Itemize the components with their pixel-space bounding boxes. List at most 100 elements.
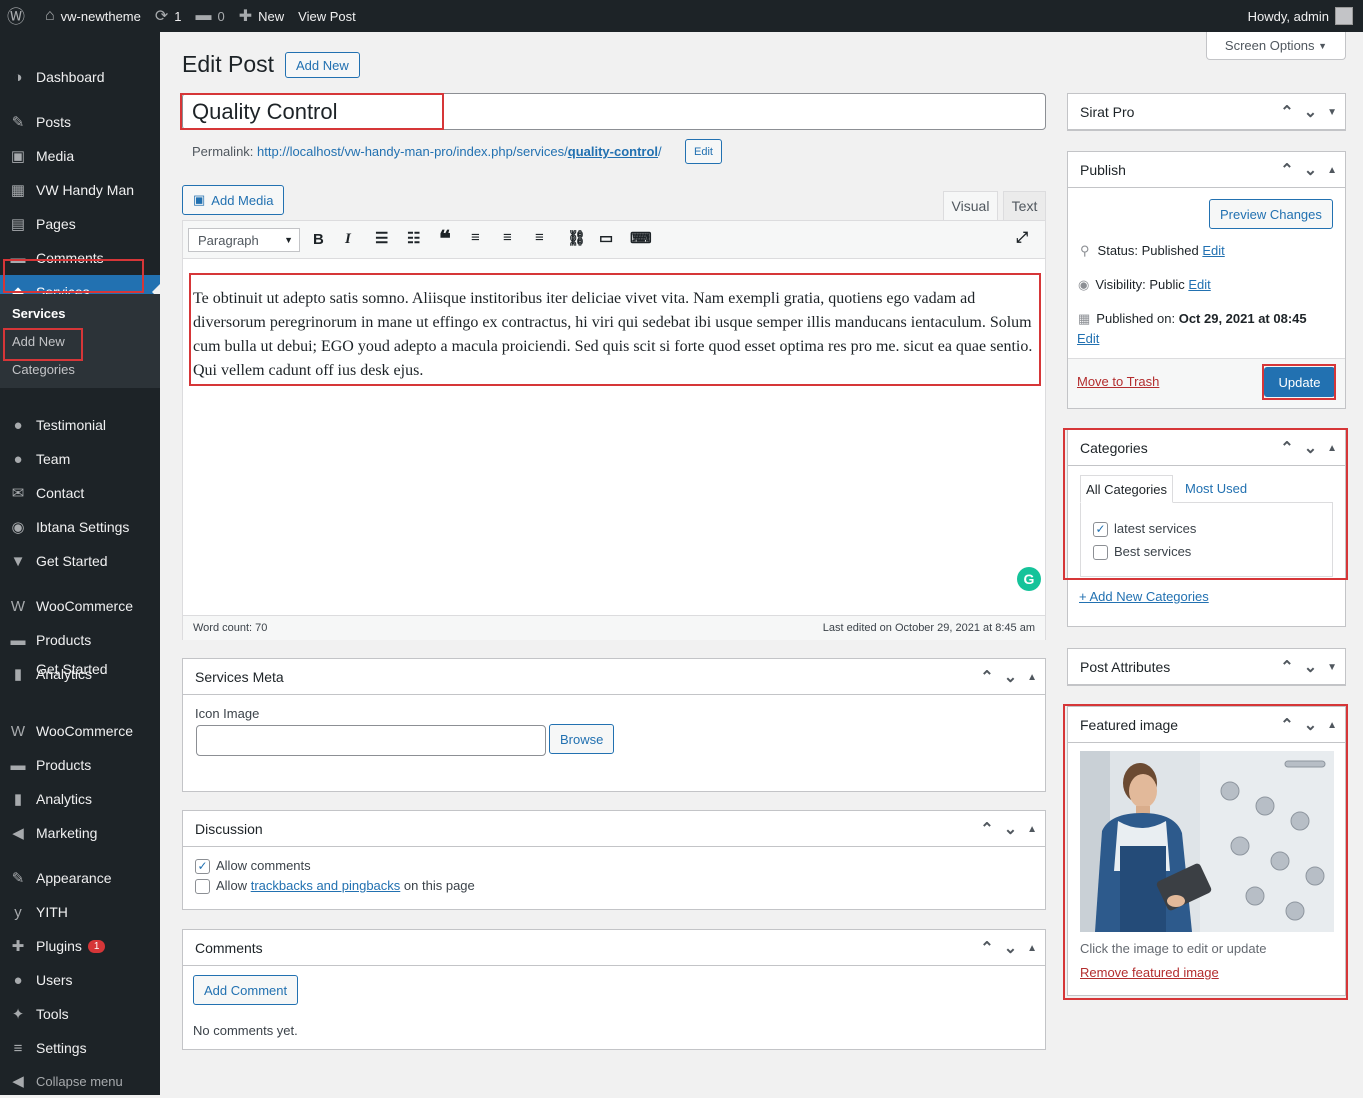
allow-trackbacks-checkbox[interactable] [195,879,210,895]
move-up-icon[interactable]: ⌃ [1280,160,1293,180]
services-submenu-item[interactable]: Services [12,306,66,321]
category-checkbox[interactable] [1093,545,1108,561]
screen-options-button[interactable]: Screen Options ▼ [1206,32,1346,60]
add-new-button[interactable]: Add New [285,52,360,78]
bullet-list-icon[interactable]: ☰ [375,229,388,247]
post-attributes-header[interactable]: Post Attributes ⌃ ⌄ ▼ [1068,649,1345,685]
menu-item-tools[interactable]: ✦ Tools [0,997,160,1031]
move-up-icon[interactable]: ⌃ [980,667,993,687]
numbered-list-icon[interactable]: ☷ [407,229,420,247]
visibility-edit-link[interactable]: Edit [1188,277,1210,292]
menu-item-pages[interactable]: ▤ Pages [0,207,160,241]
menu-item-products[interactable]: ▬ Products [0,748,160,782]
update-button[interactable]: Update [1264,367,1335,397]
featured-image-header[interactable]: Featured image ⌃ ⌄ ▲ [1068,707,1345,743]
browse-button[interactable]: Browse [549,724,615,754]
post-title-input[interactable]: Quality Control [182,93,1046,130]
read-more-icon[interactable]: ▭ [599,229,613,247]
publish-header[interactable]: Publish ⌃ ⌄ ▲ [1068,152,1345,188]
menu-item-comments[interactable]: ▬ Comments [0,241,160,275]
move-down-icon[interactable]: ⌄ [1004,667,1017,687]
remove-featured-image-link[interactable]: Remove featured image [1080,965,1219,980]
toggle-panel-icon[interactable]: ▲ [1327,165,1337,176]
featured-image[interactable] [1080,751,1334,932]
add-new-category-link[interactable]: + Add New Categories [1079,589,1209,604]
status-edit-link[interactable]: Edit [1202,243,1224,258]
menu-item-users[interactable]: ● Users [0,963,160,997]
toggle-panel-icon[interactable]: ▲ [1327,443,1337,454]
icon-image-input[interactable] [196,725,546,756]
permalink-link[interactable]: http://localhost/vw-handy-man-pro/index.… [257,144,662,159]
menu-item-testimonial[interactable]: ● Testimonial [0,408,160,442]
toggle-panel-icon[interactable]: ▲ [1027,824,1037,835]
align-left-icon[interactable]: ≡ [471,229,480,246]
toggle-panel-icon[interactable]: ▲ [1027,672,1037,683]
services-submenu-item[interactable]: Add New [12,334,65,349]
tab-most-used[interactable]: Most Used [1185,481,1247,496]
tab-text[interactable]: Text [1003,191,1046,220]
categories-header[interactable]: Categories ⌃ ⌄ ▲ [1068,430,1345,466]
move-down-icon[interactable]: ⌄ [1304,438,1317,458]
move-up-icon[interactable]: ⌃ [1280,715,1293,735]
editor-content[interactable]: Te obtinuit ut adepto satis somno. Aliis… [193,287,1035,383]
menu-item-ibtana-settings[interactable]: ◉ Ibtana Settings [0,510,160,544]
move-up-icon[interactable]: ⌃ [1280,657,1293,677]
comments-link[interactable]: ▬ 0 [189,0,232,32]
toggle-panel-icon[interactable]: ▲ [1027,943,1037,954]
new-content-link[interactable]: ✚ New [232,0,291,32]
allow-comments-checkbox[interactable]: ✓ [195,859,210,875]
menu-item-products[interactable]: ▬ Products [0,623,160,657]
view-post-link[interactable]: View Post [291,0,363,32]
updates-link[interactable]: ⟳ 1 [148,0,189,32]
menu-item-marketing[interactable]: ◀ Marketing [0,816,160,850]
menu-item-yith[interactable]: y YITH [0,895,160,929]
add-comment-button[interactable]: Add Comment [193,975,299,1005]
blockquote-icon[interactable]: ❝ [439,226,451,252]
services-meta-header[interactable]: Services Meta ⌃ ⌄ ▲ [183,659,1045,695]
move-down-icon[interactable]: ⌄ [1004,938,1017,958]
toolbar-toggle-icon[interactable]: ⌨ [630,229,652,247]
menu-item-posts[interactable]: ✎ Posts [0,105,160,139]
move-up-icon[interactable]: ⌃ [980,938,993,958]
move-up-icon[interactable]: ⌃ [1280,102,1293,122]
menu-item-dashboard[interactable]: ◑ Dashboard [0,60,160,94]
move-up-icon[interactable]: ⌃ [1280,438,1293,458]
sirat-pro-header[interactable]: Sirat Pro ⌃ ⌄ ▼ [1068,94,1345,130]
wordpress-logo-icon[interactable]: Ⓦ [0,0,38,32]
toggle-panel-icon[interactable]: ▲ [1327,720,1337,731]
menu-item-plugins[interactable]: ✚ Plugins 1 [0,929,160,963]
preview-changes-button[interactable]: Preview Changes [1209,199,1333,229]
menu-item-woocommerce[interactable]: W WooCommerce [0,714,160,748]
fullscreen-icon[interactable]: ⤢ [1016,229,1028,246]
italic-icon[interactable]: I [345,231,351,248]
move-down-icon[interactable]: ⌄ [1304,102,1317,122]
site-name-link[interactable]: ⌂ vw-newtheme [38,0,148,32]
permalink-edit-button[interactable]: Edit [685,139,722,164]
my-account[interactable]: Howdy, admin [1248,0,1363,32]
discussion-header[interactable]: Discussion ⌃ ⌄ ▲ [183,811,1045,847]
tab-visual[interactable]: Visual [943,191,998,220]
add-media-button[interactable]: ▣ Add Media [182,185,285,215]
move-to-trash-link[interactable]: Move to Trash [1077,374,1159,389]
category-checkbox[interactable]: ✓ [1093,522,1108,538]
menu-item-get-started[interactable]: ▼ Get Started [0,544,160,578]
menu-item-media[interactable]: ▣ Media [0,139,160,173]
bold-icon[interactable]: B [313,231,324,248]
menu-item-team[interactable]: ● Team [0,442,160,476]
tab-all-categories[interactable]: All Categories [1080,475,1173,503]
align-center-icon[interactable]: ≡ [503,229,512,246]
menu-item-appearance[interactable]: ✎ Appearance [0,861,160,895]
align-right-icon[interactable]: ≡ [535,229,544,246]
move-up-icon[interactable]: ⌃ [980,819,993,839]
toggle-panel-icon[interactable]: ▼ [1327,107,1337,118]
menu-item-contact[interactable]: ✉ Contact [0,476,160,510]
menu-item-vw-handy-man[interactable]: ▦ VW Handy Man [0,173,160,207]
menu-item-analytics[interactable]: ▮ Analytics [0,782,160,816]
published-edit-link[interactable]: Edit [1077,331,1099,346]
services-submenu-item[interactable]: Categories [12,362,75,377]
toggle-panel-icon[interactable]: ▼ [1327,662,1337,673]
link-icon[interactable]: ⛓ [567,229,586,247]
menu-item-settings[interactable]: ≡ Settings [0,1031,160,1065]
grammarly-icon[interactable]: G [1017,567,1041,591]
trackbacks-link[interactable]: trackbacks and pingbacks [251,878,401,893]
